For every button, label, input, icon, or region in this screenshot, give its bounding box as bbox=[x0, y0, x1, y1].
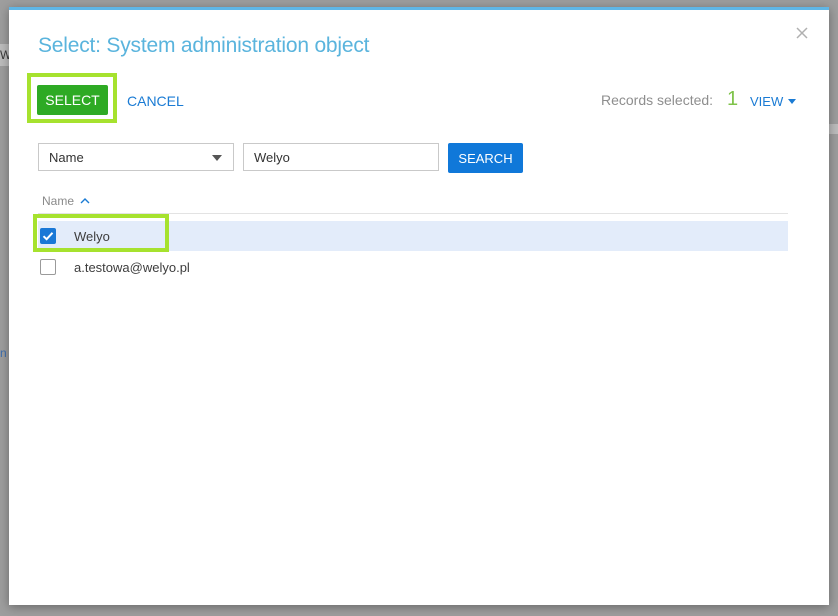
table-row[interactable]: a.testowa@welyo.pl bbox=[38, 252, 788, 282]
background-strip bbox=[829, 124, 838, 134]
search-column-select[interactable]: Name bbox=[38, 143, 234, 171]
row-checkbox[interactable] bbox=[40, 228, 56, 244]
background-link: n bbox=[0, 346, 7, 360]
checkmark-icon bbox=[42, 232, 54, 241]
chevron-down-icon bbox=[788, 99, 797, 104]
grid-header-divider bbox=[38, 213, 788, 214]
records-selected-count: 1 bbox=[727, 88, 739, 110]
column-header-name[interactable]: Name bbox=[42, 194, 90, 208]
column-header-label: Name bbox=[42, 194, 75, 208]
table-row[interactable]: Welyo bbox=[38, 221, 788, 251]
view-button-label: VIEW bbox=[750, 94, 784, 109]
row-label: a.testowa@welyo.pl bbox=[74, 260, 190, 275]
search-column-value: Name bbox=[49, 150, 84, 165]
view-button[interactable]: VIEW bbox=[750, 94, 797, 109]
records-selected-label: Records selected: bbox=[601, 92, 714, 108]
dialog-title: Select: System administration object bbox=[38, 34, 370, 57]
chevron-down-icon bbox=[212, 155, 222, 161]
cancel-button[interactable]: CANCEL bbox=[127, 93, 184, 109]
sort-ascending-icon bbox=[80, 198, 90, 204]
search-button[interactable]: SEARCH bbox=[448, 143, 523, 173]
close-button[interactable] bbox=[793, 24, 811, 42]
search-input[interactable] bbox=[243, 143, 439, 171]
row-checkbox[interactable] bbox=[40, 259, 56, 275]
select-button[interactable]: SELECT bbox=[37, 85, 108, 115]
close-icon bbox=[796, 27, 808, 39]
row-label: Welyo bbox=[74, 229, 110, 244]
select-dialog: Select: System administration object SEL… bbox=[9, 7, 829, 605]
